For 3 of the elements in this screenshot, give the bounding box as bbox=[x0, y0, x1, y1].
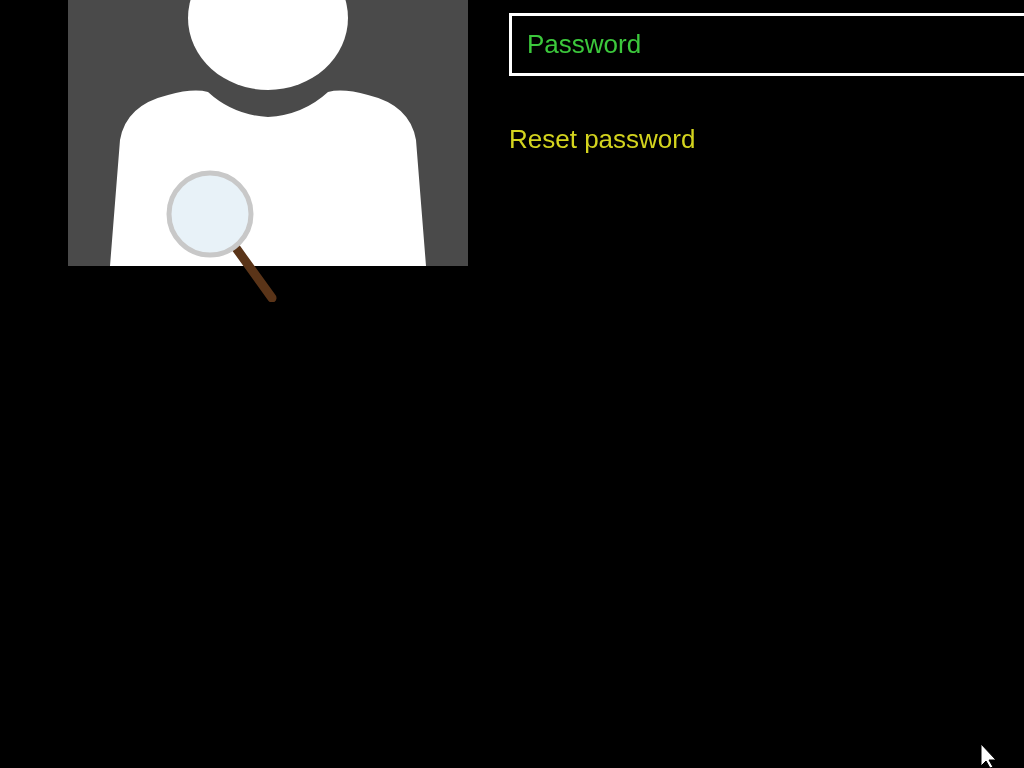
reset-password-link[interactable]: Reset password bbox=[509, 120, 696, 159]
user-avatar-icon bbox=[68, 0, 468, 266]
password-field[interactable]: Password bbox=[509, 13, 1024, 76]
